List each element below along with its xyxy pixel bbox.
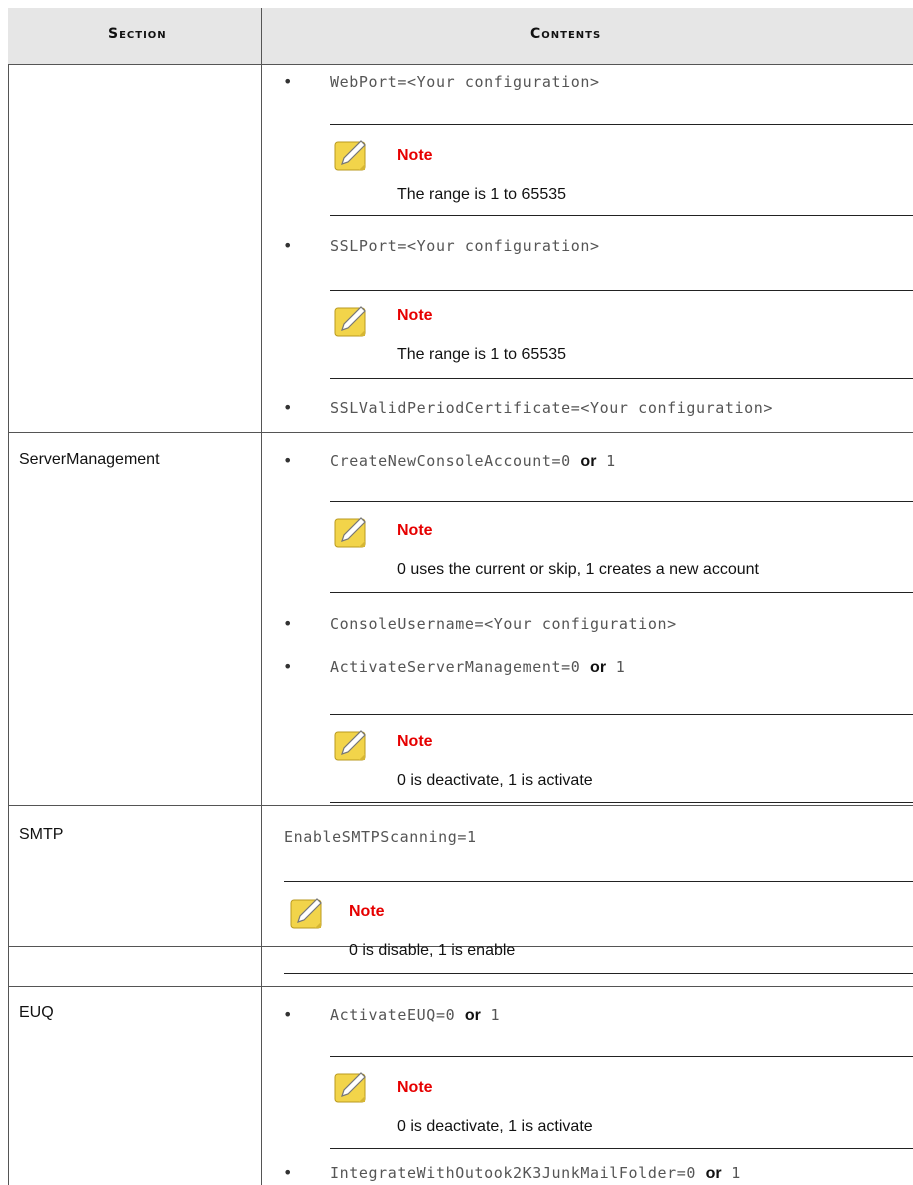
note-top-rule xyxy=(330,501,913,502)
note-text: 0 is deactivate, 1 is activate xyxy=(397,1118,593,1135)
note-text: 0 is deactivate, 1 is activate xyxy=(397,772,593,789)
config-item: ConsoleUsername=<Your configuration> xyxy=(330,615,677,633)
note-pencil-icon xyxy=(334,1072,366,1103)
note-top-rule xyxy=(330,124,913,125)
note-text: The range is 1 to 65535 xyxy=(397,346,567,363)
header-contents: Contents xyxy=(530,26,602,42)
section-cell: SMTP xyxy=(19,826,64,843)
table-header: Section Contents xyxy=(8,8,913,65)
note-pencil-icon xyxy=(334,306,366,337)
note-bottom-rule xyxy=(330,592,913,593)
config-item: ActivateServerManagement=0 or 1 xyxy=(330,658,626,676)
note-text: 0 is disable, 1 is enable xyxy=(349,942,516,959)
note-bottom-rule xyxy=(330,378,913,379)
note-title: Note xyxy=(397,147,433,164)
section-cell: ServerManagement xyxy=(19,451,160,468)
config-item: SSLValidPeriodCertificate=<Your configur… xyxy=(330,399,774,417)
note-title: Note xyxy=(349,903,385,920)
header-section: Section xyxy=(108,26,167,42)
config-item: IntegrateWithOutook2K3JunkMailFolder=0 o… xyxy=(330,1164,741,1182)
config-item: EnableSMTPScanning=1 xyxy=(284,828,477,846)
note-bottom-rule xyxy=(330,1148,913,1149)
note-top-rule xyxy=(330,714,913,715)
config-item: ActivateEUQ=0 or 1 xyxy=(330,1006,501,1024)
section-cell: EUQ xyxy=(19,1004,54,1021)
note-pencil-icon xyxy=(334,517,366,548)
note-title: Note xyxy=(397,733,433,750)
config-item: WebPort=<Your configuration> xyxy=(330,73,600,91)
row-divider xyxy=(8,432,913,433)
row-divider xyxy=(8,986,913,987)
note-pencil-icon xyxy=(290,898,322,929)
note-bottom-rule xyxy=(330,215,913,216)
note-text: 0 uses the current or skip, 1 creates a … xyxy=(397,561,759,578)
note-pencil-icon xyxy=(334,140,366,171)
note-text: The range is 1 to 65535 xyxy=(397,186,567,203)
note-top-rule xyxy=(330,1056,913,1057)
note-top-rule xyxy=(284,881,913,882)
column-divider xyxy=(261,64,262,1185)
note-bottom-rule xyxy=(330,802,913,803)
row-divider xyxy=(8,805,913,806)
note-title: Note xyxy=(397,307,433,324)
note-title: Note xyxy=(397,1079,433,1096)
note-pencil-icon xyxy=(334,730,366,761)
note-title: Note xyxy=(397,522,433,539)
config-item: CreateNewConsoleAccount=0 or 1 xyxy=(330,452,616,470)
config-item: SSLPort=<Your configuration> xyxy=(330,237,600,255)
note-bottom-rule xyxy=(284,973,913,974)
note-top-rule xyxy=(330,290,913,291)
